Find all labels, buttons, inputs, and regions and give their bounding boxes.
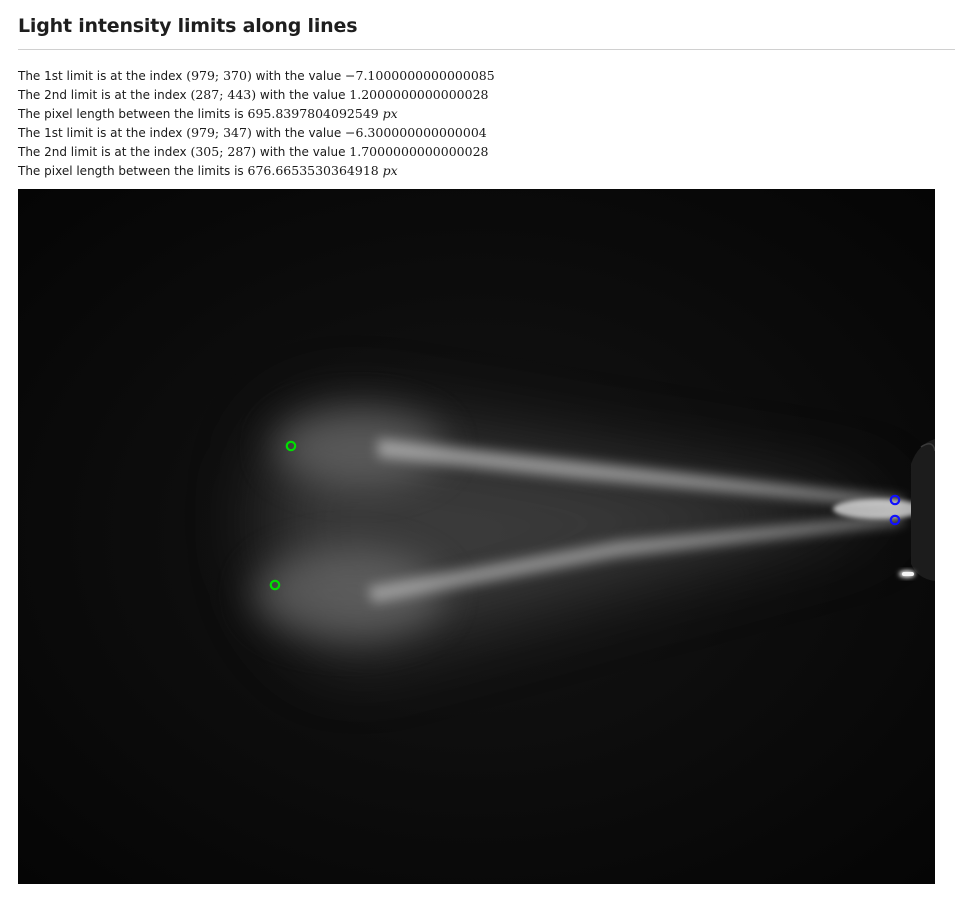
result-line-3-unit: px xyxy=(382,106,398,121)
title-divider xyxy=(18,49,955,50)
page: Light intensity limits along lines The 1… xyxy=(0,0,955,904)
spray-image-canvas xyxy=(18,189,935,884)
result-line-5-prefix: The 2nd limit is at the index xyxy=(18,145,191,159)
result-line-4: The 1st limit is at the index (979; 347)… xyxy=(18,123,495,142)
result-line-3-prefix: The pixel length between the limits is xyxy=(18,107,248,121)
result-line-6-prefix: The pixel length between the limits is xyxy=(18,164,248,178)
result-line-2-index: (287; 443) xyxy=(190,87,257,102)
result-line-3-length: 695.8397804092549 xyxy=(247,106,379,121)
result-line-1: The 1st limit is at the index (979; 370)… xyxy=(18,66,495,85)
result-line-2-value: 1.2000000000000028 xyxy=(349,87,489,102)
result-line-3: The pixel length between the limits is 6… xyxy=(18,104,495,123)
result-line-4-prefix: The 1st limit is at the index xyxy=(18,126,187,140)
result-line-1-prefix: The 1st limit is at the index xyxy=(18,69,187,83)
result-line-5: The 2nd limit is at the index (305; 287)… xyxy=(18,142,495,161)
result-line-2-middle: with the value xyxy=(256,88,350,102)
result-line-4-index: (979; 347) xyxy=(186,125,252,140)
result-line-4-middle: with the value xyxy=(251,126,346,140)
result-line-1-index: (979; 370) xyxy=(186,68,252,83)
result-line-1-value: −7.1000000000000085 xyxy=(345,68,495,83)
result-line-6: The pixel length between the limits is 6… xyxy=(18,161,495,180)
result-line-4-value: −6.300000000000004 xyxy=(345,125,487,140)
result-line-6-length: 676.6653530364918 xyxy=(247,163,379,178)
result-line-2-prefix: The 2nd limit is at the index xyxy=(18,88,191,102)
result-line-5-middle: with the value xyxy=(256,145,350,159)
result-line-6-unit: px xyxy=(382,163,398,178)
result-line-2: The 2nd limit is at the index (287; 443)… xyxy=(18,85,495,104)
result-line-5-value: 1.7000000000000028 xyxy=(349,144,489,159)
spray-image xyxy=(18,189,935,884)
result-line-5-index: (305; 287) xyxy=(190,144,257,159)
page-title: Light intensity limits along lines xyxy=(18,15,358,37)
result-line-1-middle: with the value xyxy=(251,69,346,83)
results-text: The 1st limit is at the index (979; 370)… xyxy=(18,66,495,180)
